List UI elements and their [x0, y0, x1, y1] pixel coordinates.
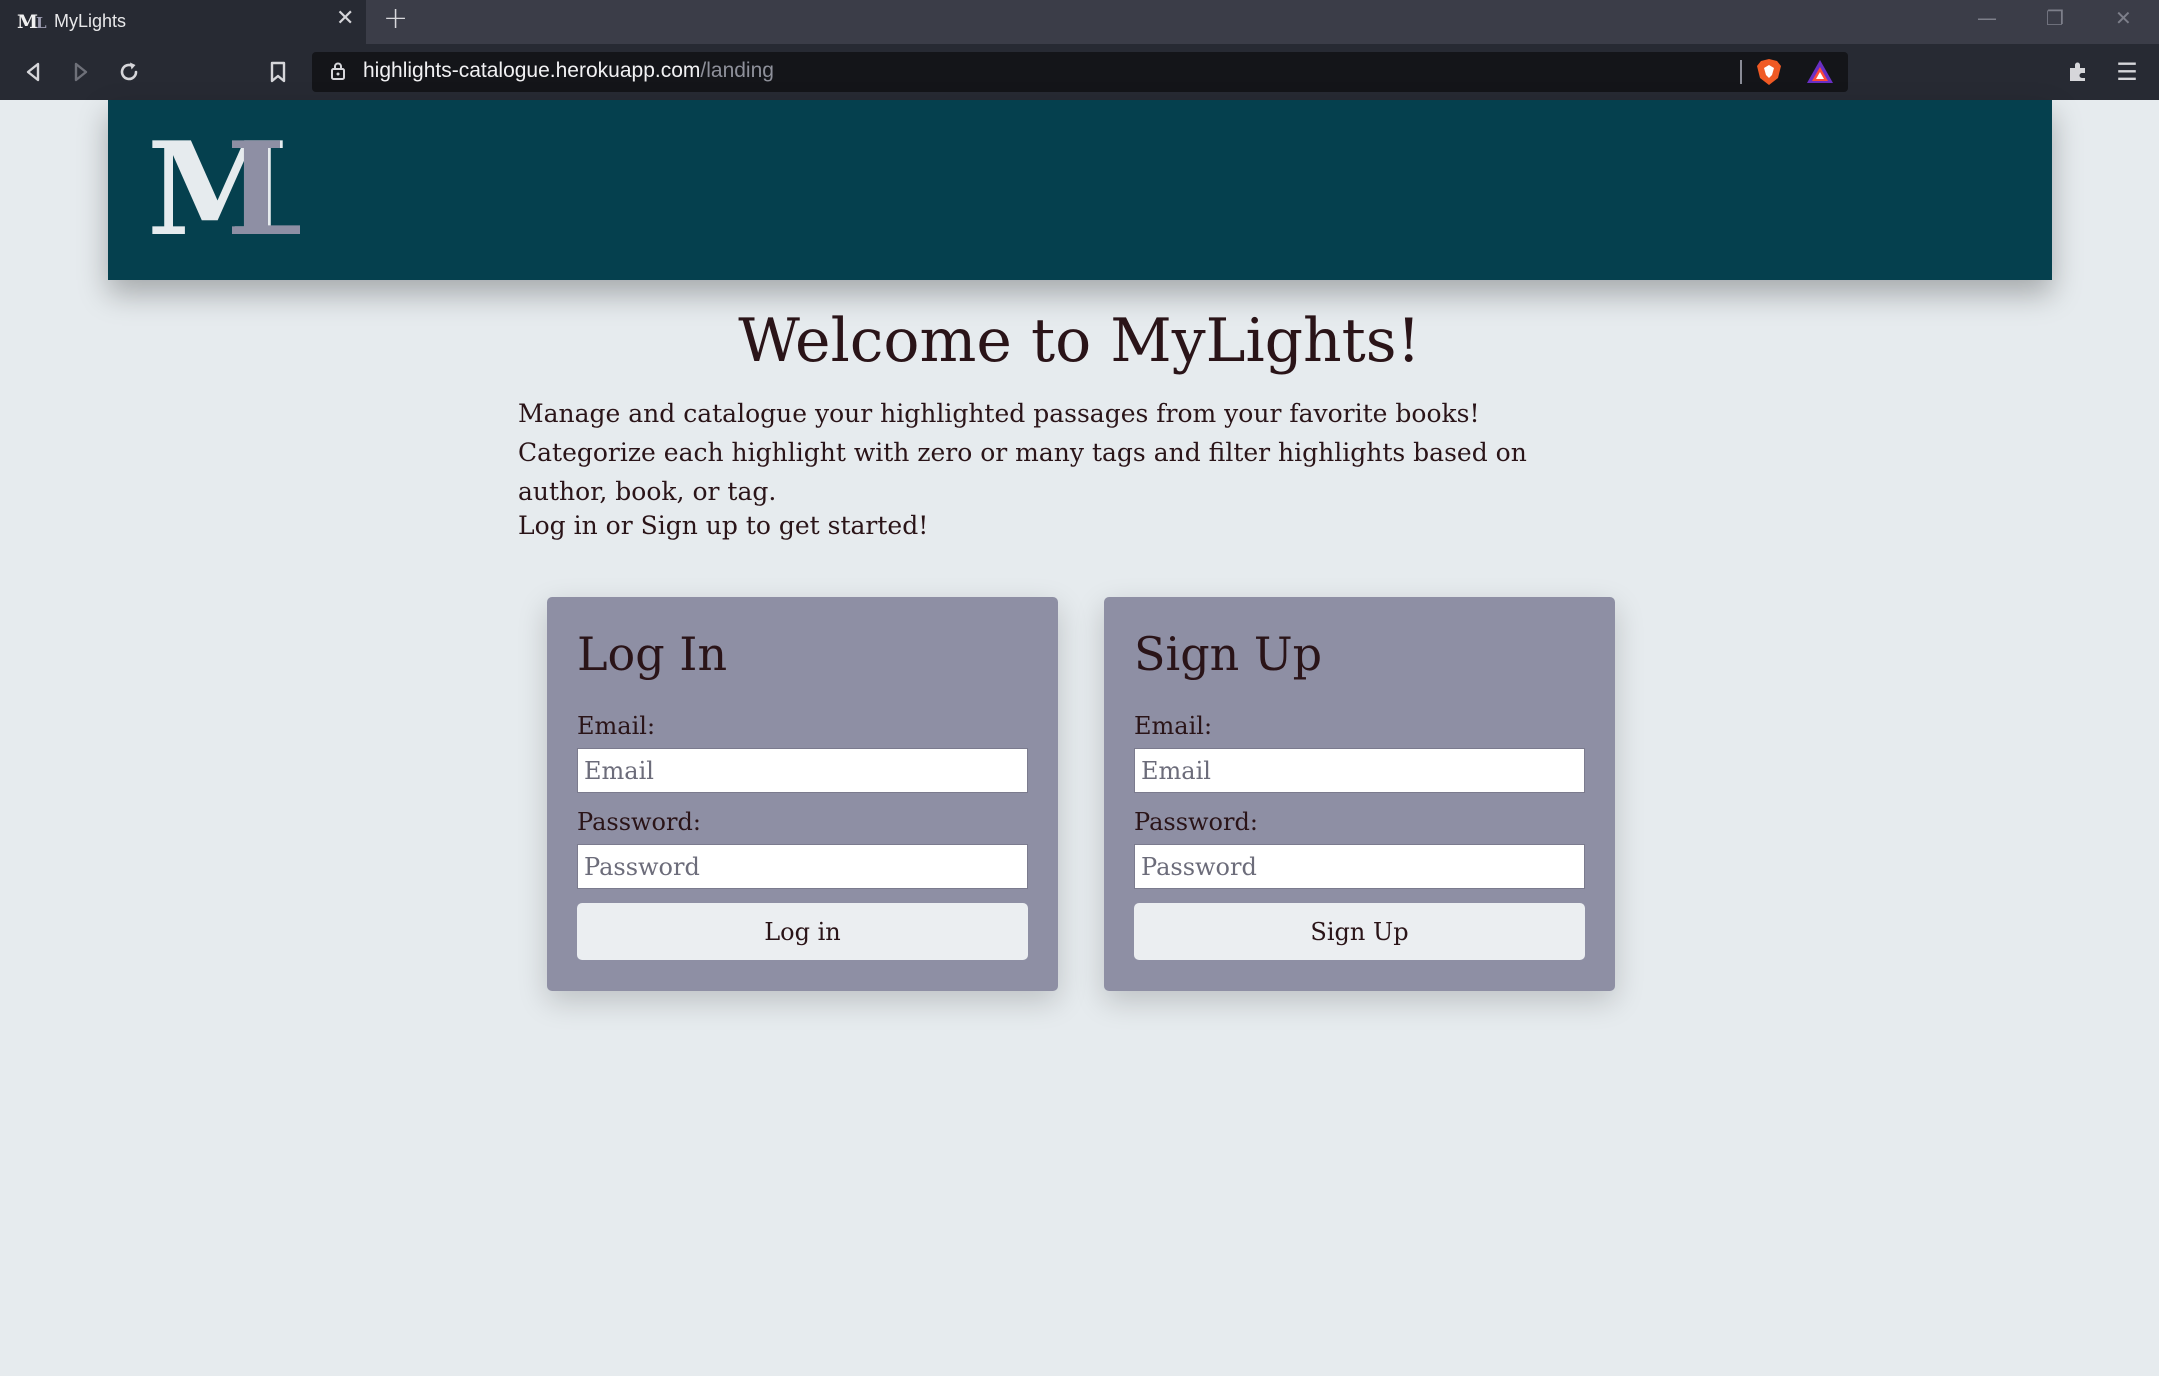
menu-icon[interactable]: ☰ — [2111, 56, 2143, 88]
login-email-label: Email: — [577, 712, 656, 740]
tab-favicon-icon: ML — [17, 11, 46, 33]
logo-letter-l: L — [226, 138, 300, 242]
extensions-icon[interactable] — [2062, 56, 2094, 88]
login-password-label: Password: — [577, 808, 701, 836]
lock-icon — [330, 61, 346, 85]
login-title: Log In — [577, 627, 728, 681]
signup-email-label: Email: — [1134, 712, 1213, 740]
bookmark-icon[interactable] — [262, 56, 294, 88]
signup-title: Sign Up — [1134, 627, 1323, 681]
signup-button[interactable]: Sign Up — [1134, 903, 1585, 960]
tab-title: MyLights — [54, 11, 127, 31]
brave-shields-icon[interactable] — [1755, 57, 1783, 91]
login-password-input[interactable] — [577, 844, 1028, 889]
signup-password-input[interactable] — [1134, 844, 1585, 889]
login-email-input[interactable] — [577, 748, 1028, 793]
tab-close-icon[interactable]: ✕ — [336, 8, 354, 30]
url-divider — [1740, 60, 1742, 84]
minimize-icon[interactable]: — — [1977, 8, 1997, 28]
browser-tab-bar: ML MyLights ✕ + — ❐ ✕ — [0, 0, 2159, 44]
call-to-action-text: Log in or Sign up to get started! — [518, 511, 929, 540]
browser-tab[interactable]: ML MyLights ✕ — [0, 0, 366, 44]
forward-icon[interactable] — [65, 56, 97, 88]
login-card: Log In Email: Password: Log in — [547, 597, 1058, 991]
login-button[interactable]: Log in — [577, 903, 1028, 960]
intro-text: Manage and catalogue your highlighted pa… — [518, 399, 1527, 506]
site-header — [108, 100, 2052, 280]
signup-card: Sign Up Email: Password: Sign Up — [1104, 597, 1615, 991]
back-icon[interactable] — [17, 56, 49, 88]
window-close-icon[interactable]: ✕ — [2115, 8, 2132, 28]
new-tab-icon[interactable]: + — [383, 4, 408, 34]
restore-icon[interactable]: ❐ — [2046, 8, 2064, 28]
signup-email-input[interactable] — [1134, 748, 1585, 793]
mylights-logo[interactable]: M L — [147, 115, 316, 265]
reload-icon[interactable] — [113, 56, 145, 88]
brave-rewards-icon[interactable] — [1805, 58, 1835, 90]
url-text[interactable]: highlights-catalogue.herokuapp.com/landi… — [363, 59, 774, 83]
signup-password-label: Password: — [1134, 808, 1258, 836]
page-title: Welcome to MyLights! — [738, 306, 1421, 376]
